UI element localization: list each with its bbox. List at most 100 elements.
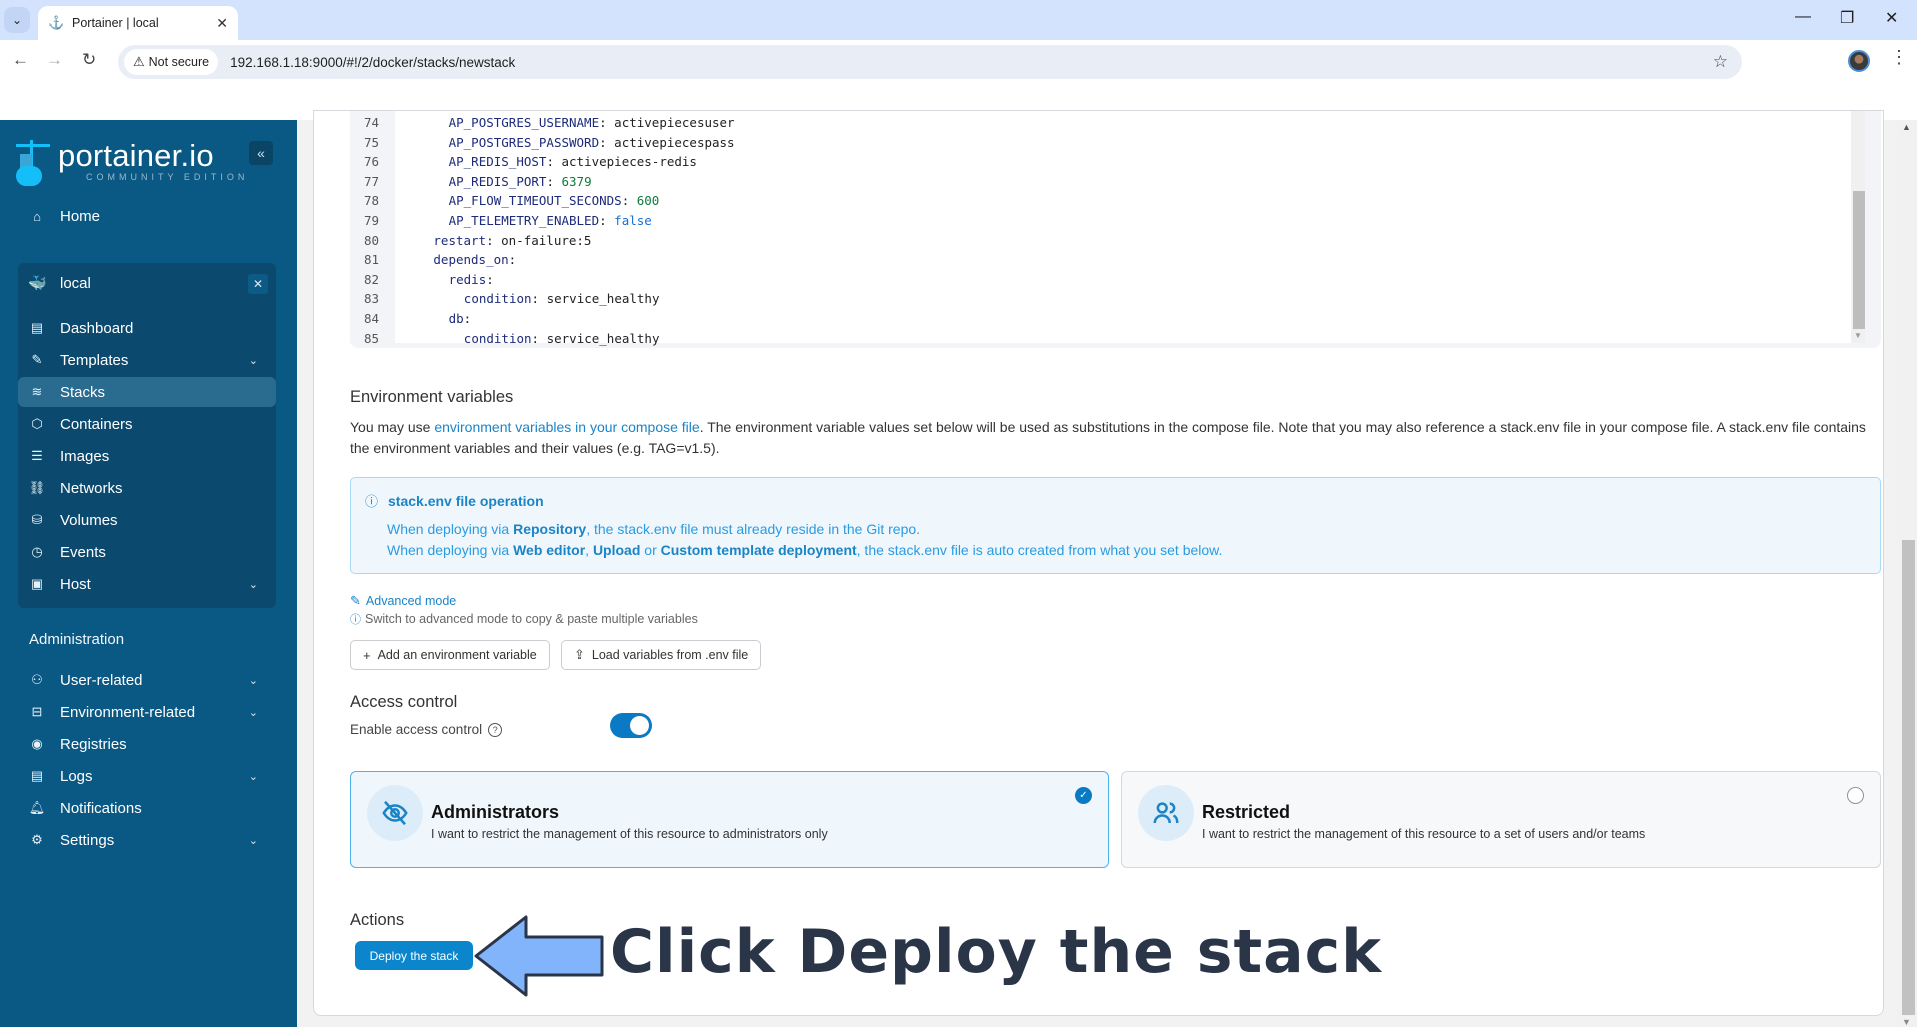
close-environment-button[interactable]: ✕	[248, 274, 268, 294]
stack-env-info-box: ⓘ stack.env file operation When deployin…	[350, 477, 1881, 574]
minimize-icon[interactable]: —	[1795, 8, 1811, 26]
close-icon: ✕	[252, 277, 264, 291]
code-line[interactable]: AP_POSTGRES_USERNAME: activepiecesuser	[449, 113, 735, 133]
environment-header[interactable]: 🐳 local	[18, 268, 276, 298]
line-number: 83	[364, 291, 380, 307]
access-option-administrators[interactable]: Administrators I want to restrict the ma…	[350, 771, 1109, 868]
sidebar-item-templates[interactable]: ✎ Templates ⌄	[18, 345, 276, 375]
scroll-down-arrow-icon[interactable]: ▼	[1902, 1017, 1911, 1027]
sidebar-item-dashboard[interactable]: ▤ Dashboard	[18, 313, 276, 343]
page-scrollbar[interactable]: ▲ ▼	[1897, 120, 1917, 1027]
yaml-key: AP_POSTGRES_USERNAME	[448, 115, 600, 130]
page-scrollbar-thumb[interactable]	[1902, 540, 1915, 1015]
sidebar-item-user-related[interactable]: ⚇ User-related ⌄	[18, 665, 276, 695]
stack-form-card: 74 75 76 77 78 79 80 81 82 83 84 85 AP_POSTGRES_USE…	[313, 110, 1884, 1016]
code-line[interactable]: depends_on:	[433, 250, 523, 270]
sidebar-item-label: Logs	[60, 767, 93, 785]
reload-icon[interactable]: ↻	[82, 50, 96, 70]
edit-icon: ✎	[31, 352, 43, 367]
scroll-down-arrow-icon[interactable]: ▼	[1854, 331, 1862, 340]
gear-icon: ⚙	[31, 832, 43, 847]
yaml-key: depends_on	[433, 252, 509, 268]
sidebar-item-label: Notifications	[60, 799, 142, 817]
add-env-variable-button[interactable]: + Add an environment variable	[350, 640, 550, 670]
scroll-up-arrow-icon[interactable]: ▲	[1902, 122, 1911, 132]
browser-tab[interactable]: ⚓ Portainer | local ✕	[38, 6, 238, 40]
brand-edition: COMMUNITY EDITION	[86, 172, 249, 182]
portainer-logo[interactable]: portainer.io COMMUNITY EDITION	[16, 140, 248, 188]
close-tab-icon[interactable]: ✕	[216, 15, 228, 32]
close-window-icon[interactable]: ✕	[1885, 8, 1898, 28]
profile-avatar[interactable]	[1848, 50, 1870, 72]
load-env-file-button[interactable]: ⇪ Load variables from .env file	[561, 640, 762, 670]
code-line[interactable]: AP_REDIS_HOST: activepieces-redis	[449, 152, 697, 172]
sidebar-item-label: Host	[60, 575, 91, 593]
sidebar-item-networks[interactable]: ⛓ Networks	[18, 473, 276, 503]
sidebar-item-environment-related[interactable]: ⊟ Environment-related ⌄	[18, 697, 276, 727]
clock-icon: ◷	[31, 544, 43, 559]
chevron-down-icon[interactable]: ⌄	[249, 706, 258, 719]
yaml-key: AP_FLOW_TIMEOUT_SECONDS	[448, 193, 622, 209]
env-vars-heading: Environment variables	[350, 388, 514, 406]
editor-scrollbar[interactable]: ▼	[1851, 111, 1865, 343]
access-control-heading: Access control	[350, 693, 458, 711]
unselected-radio[interactable]	[1847, 787, 1864, 804]
sidebar-item-label: Home	[60, 207, 101, 225]
compose-editor[interactable]: 74 75 76 77 78 79 80 81 82 83 84 85 AP_POSTGRES_USE…	[350, 111, 1881, 348]
sidebar-item-logs[interactable]: ▤ Logs ⌄	[18, 761, 276, 791]
code-line[interactable]: AP_REDIS_PORT: 6379	[449, 172, 592, 192]
line-number: 81	[364, 252, 380, 268]
sidebar-item-label: Environment-related	[60, 703, 196, 721]
bookmark-star-icon[interactable]: ☆	[1713, 52, 1728, 72]
chevron-down-icon[interactable]: ⌄	[249, 770, 258, 783]
sidebar-item-stacks[interactable]: ≋ Stacks	[18, 377, 276, 407]
code-line[interactable]: db:	[449, 309, 479, 329]
line-number: 84	[364, 311, 380, 326]
back-icon[interactable]: ←	[12, 50, 29, 70]
browser-menu-icon[interactable]: ⋮	[1890, 48, 1908, 66]
sidebar-item-settings[interactable]: ⚙ Settings ⌄	[18, 825, 276, 855]
option-description: I want to restrict the management of thi…	[431, 827, 828, 841]
tab-title: Portainer | local	[72, 16, 159, 30]
code-line[interactable]: AP_TELEMETRY_ENABLED: false	[449, 211, 652, 231]
chevron-down-icon[interactable]: ⌄	[249, 578, 258, 591]
collapse-sidebar-button[interactable]: «	[249, 141, 273, 165]
code-line[interactable]: restart: on-failure:5	[433, 231, 591, 251]
address-bar[interactable]: ⚠ Not secure 192.168.1.18:9000/#!/2/dock…	[118, 45, 1742, 79]
restore-icon[interactable]: ❐	[1840, 8, 1854, 28]
access-option-restricted[interactable]: Restricted I want to restrict the manage…	[1121, 771, 1881, 868]
chevron-down-icon[interactable]: ⌄	[249, 674, 258, 687]
code-line[interactable]: AP_FLOW_TIMEOUT_SECONDS: 600	[449, 191, 660, 211]
security-chip[interactable]: ⚠ Not secure	[124, 49, 219, 75]
info-circle-icon: ⓘ	[365, 494, 379, 509]
env-vars-docs-link[interactable]: environment variables in your compose fi…	[434, 419, 699, 435]
sidebar-item-images[interactable]: ☰ Images	[18, 441, 276, 471]
advanced-mode-link[interactable]: ✎ Advanced mode	[350, 593, 456, 609]
deploy-stack-button[interactable]: Deploy the stack	[355, 941, 473, 970]
code-line[interactable]: condition: service_healthy	[464, 289, 660, 309]
security-label: Not secure	[148, 55, 210, 69]
access-control-toggle[interactable]	[610, 713, 652, 738]
yaml-value: service_healthy	[546, 291, 660, 307]
editor-scrollbar-thumb[interactable]	[1853, 191, 1865, 329]
sidebar-item-notifications[interactable]: 🔔︎ Notifications	[18, 793, 276, 823]
line-number: 74	[364, 115, 380, 130]
code-line[interactable]: condition: service_healthy	[464, 329, 660, 349]
sidebar-item-label: Networks	[60, 479, 123, 497]
sidebar-item-home[interactable]: ⌂ Home	[18, 201, 276, 231]
sidebar-item-containers[interactable]: ⬡ Containers	[18, 409, 276, 439]
tab-search-button[interactable]: ⌄	[4, 7, 30, 33]
code-area[interactable]: AP_POSTGRES_USERNAME: activepiecesuser AP…	[395, 111, 1851, 346]
sidebar-item-events[interactable]: ◷ Events	[18, 537, 276, 567]
chevron-down-icon[interactable]: ⌄	[249, 354, 258, 367]
sidebar-item-host[interactable]: ▣ Host ⌄	[18, 569, 276, 599]
chevron-down-icon[interactable]: ⌄	[249, 834, 258, 847]
code-line[interactable]: AP_POSTGRES_PASSWORD: activepiecespass	[449, 133, 735, 153]
forward-icon[interactable]: →	[46, 50, 63, 70]
sidebar-item-volumes[interactable]: ⛁ Volumes	[18, 505, 276, 535]
help-icon[interactable]: ?	[488, 722, 503, 737]
access-control-toggle-label: Enable access control ?	[350, 722, 503, 737]
sidebar-item-registries[interactable]: ◉ Registries	[18, 729, 276, 759]
url-text[interactable]: 192.168.1.18:9000/#!/2/docker/stacks/new…	[230, 55, 515, 70]
code-line[interactable]: redis:	[449, 270, 502, 290]
